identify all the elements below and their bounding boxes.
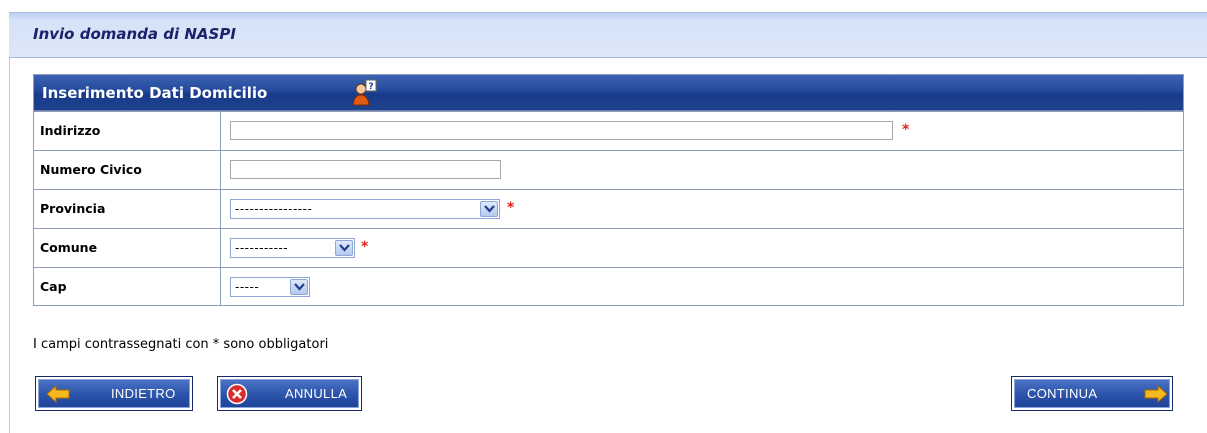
indirizzo-input[interactable] [230, 121, 893, 140]
back-button-face: INDIETRO [38, 379, 190, 408]
required-marker: * [507, 200, 515, 216]
row-cap: Cap ----- [34, 267, 1183, 306]
cap-selected-value: ----- [235, 280, 260, 294]
arrow-left-icon [45, 384, 71, 408]
back-button-label: INDIETRO [111, 386, 176, 401]
continue-button[interactable]: CONTINUA [1011, 376, 1173, 411]
chevron-down-icon[interactable] [480, 201, 498, 217]
svg-text:?: ? [368, 82, 373, 92]
field-label-numero-civico: Numero Civico [34, 151, 221, 189]
required-marker: * [361, 239, 369, 255]
row-comune: Comune ----------- * [34, 228, 1183, 267]
continue-button-label: CONTINUA [1027, 386, 1098, 401]
row-provincia: Provincia ---------------- * [34, 189, 1183, 228]
row-indirizzo: Indirizzo * [34, 111, 1183, 150]
panel-title: Inserimento Dati Domicilio [42, 84, 268, 102]
field-label-indirizzo: Indirizzo [34, 112, 221, 150]
cancel-button[interactable]: ANNULLA [217, 376, 362, 411]
address-form-panel: Inserimento Dati Domicilio ? Indirizzo *… [33, 74, 1184, 306]
continue-button-face: CONTINUA [1014, 379, 1170, 408]
required-marker: * [902, 122, 910, 138]
cancel-x-icon [226, 383, 248, 409]
field-label-cap: Cap [34, 268, 221, 306]
panel-header: Inserimento Dati Domicilio ? [34, 75, 1183, 111]
user-help-icon[interactable]: ? [352, 79, 378, 107]
cancel-button-face: ANNULLA [220, 379, 359, 408]
arrow-right-icon [1143, 384, 1169, 408]
chevron-down-icon[interactable] [335, 240, 353, 256]
field-label-comune: Comune [34, 229, 221, 267]
page-header: Invio domanda di NASPI [9, 12, 1207, 58]
chevron-down-icon[interactable] [290, 279, 308, 295]
provincia-select[interactable]: ---------------- [230, 199, 500, 219]
page-title: Invio domanda di NASPI [33, 25, 236, 43]
field-label-provincia: Provincia [34, 190, 221, 228]
comune-select[interactable]: ----------- [230, 238, 355, 258]
comune-selected-value: ----------- [235, 241, 289, 255]
numero-civico-input[interactable] [230, 160, 501, 179]
provincia-selected-value: ---------------- [235, 202, 313, 216]
cancel-button-label: ANNULLA [285, 386, 348, 401]
required-fields-note: I campi contrassegnati con * sono obblig… [33, 337, 329, 352]
cap-select[interactable]: ----- [230, 277, 310, 297]
row-numero-civico: Numero Civico [34, 150, 1183, 189]
back-button[interactable]: INDIETRO [35, 376, 193, 411]
